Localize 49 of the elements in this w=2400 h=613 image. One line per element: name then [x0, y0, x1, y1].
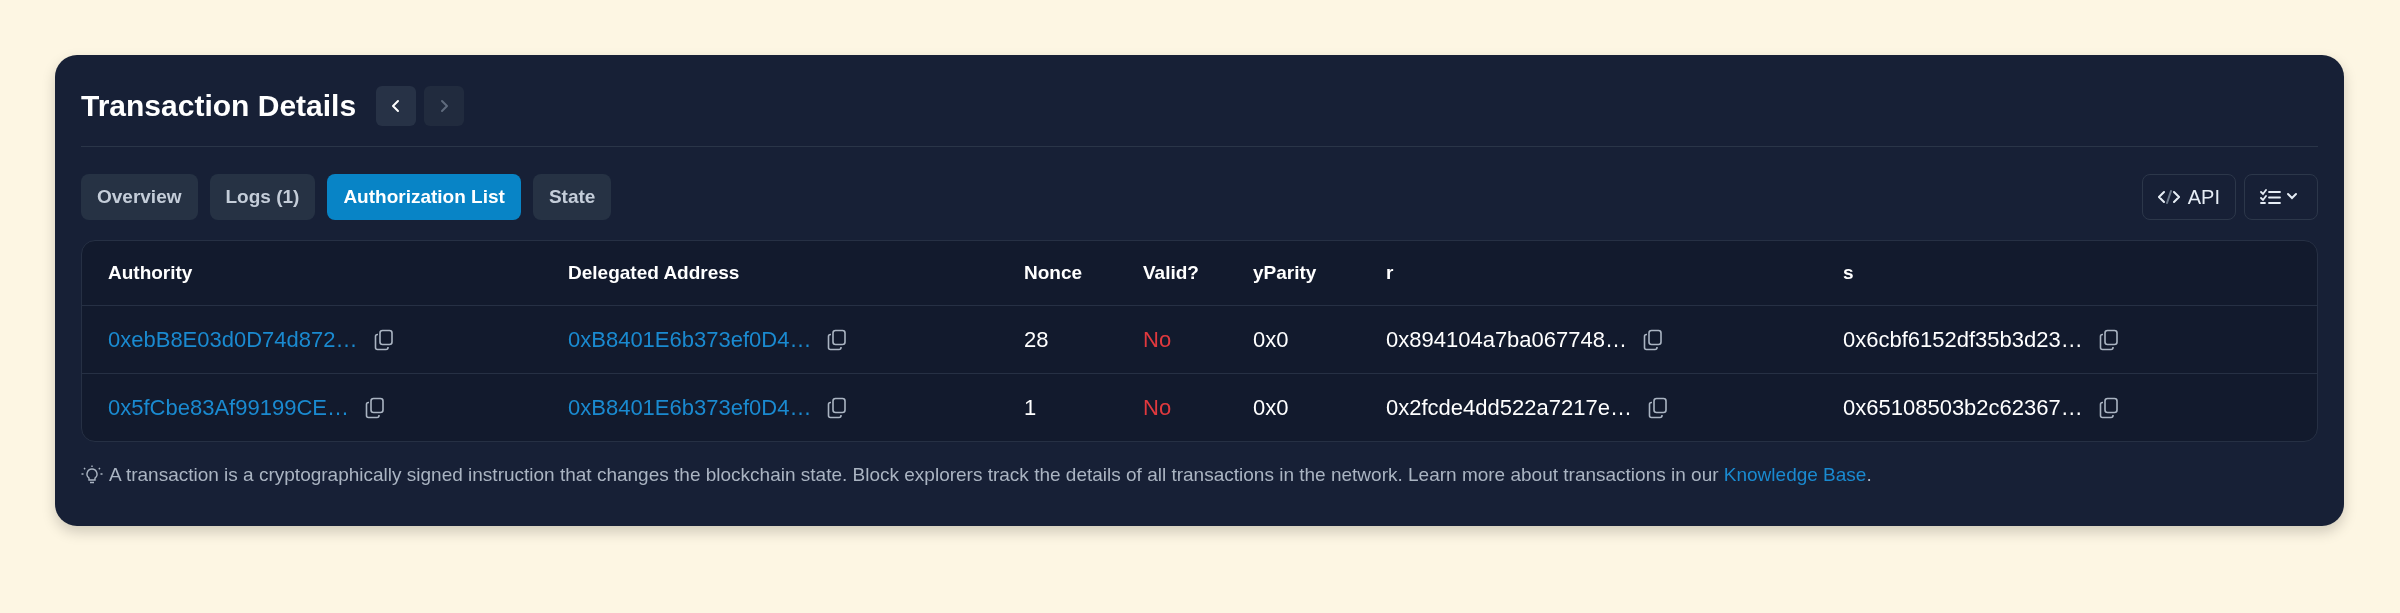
table-cell: 0x65108503b2c62367… [1843, 394, 2083, 421]
code-icon [2157, 189, 2180, 205]
table-cell: 28 [1024, 326, 1049, 352]
info-text: A transaction is a cryptographically signed instruction that changes the blockchain state. Block explorers track the details of all transactions in the network. Learn more about transactions in our Knowledge Base. [109, 464, 1872, 486]
copy-icon [827, 328, 848, 351]
column-header: Nonce [998, 241, 1117, 306]
copy-icon [364, 396, 385, 419]
api-button[interactable]: API [2141, 174, 2236, 220]
copy-button[interactable] [1643, 328, 1663, 351]
copy-icon [827, 396, 848, 419]
copy-button[interactable] [827, 328, 848, 351]
table-cell: 0x6cbf6152df35b3d23… [1843, 326, 2083, 353]
address-link[interactable]: 0xebB8E03d0D74d872… [108, 326, 358, 353]
tab[interactable]: Authorization List [327, 174, 521, 220]
column-header: Valid? [1117, 241, 1227, 306]
copy-button[interactable] [2098, 328, 2119, 351]
knowledge-base-link[interactable]: Knowledge Base [1723, 464, 1867, 485]
table-cell: 0x894104a7ba067748… [1386, 326, 1627, 353]
column-header: r [1360, 241, 1817, 306]
table-cell: 1 [1024, 394, 1037, 420]
copy-icon [1643, 328, 1663, 351]
tab[interactable]: Logs (1) [209, 174, 316, 220]
copy-icon [373, 328, 394, 351]
copy-icon [1647, 396, 1668, 419]
address-link[interactable]: 0xB8401E6b373ef0D4… [568, 326, 812, 353]
tab[interactable]: Overview [81, 174, 198, 220]
table-cell: No [1143, 326, 1172, 352]
table-cell: 0x0 [1253, 326, 1289, 352]
copy-button[interactable] [364, 396, 385, 419]
table-cell: 0x0 [1253, 394, 1289, 420]
column-header: s [1817, 241, 2317, 306]
table-cell: No [1143, 394, 1172, 420]
column-header: Delegated Address [542, 241, 998, 306]
copy-button[interactable] [1647, 396, 1668, 419]
column-menu-button[interactable] [2244, 174, 2318, 220]
copy-button[interactable] [2098, 396, 2119, 419]
address-link[interactable]: 0x5fCbe83Af99199CE… [108, 394, 349, 421]
column-header: Authority [82, 241, 542, 306]
copy-icon [2098, 328, 2119, 351]
address-link[interactable]: 0xB8401E6b373ef0D4… [568, 394, 812, 421]
column-header: yParity [1227, 241, 1360, 306]
previous-button[interactable] [376, 86, 417, 126]
page-title: Transaction Details [81, 89, 357, 123]
table-cell: 0x2fcde4dd522a7217e… [1386, 394, 1632, 421]
lightbulb-icon [81, 465, 103, 485]
copy-icon [2098, 396, 2119, 419]
tab[interactable]: State [532, 174, 612, 220]
copy-button[interactable] [827, 396, 848, 419]
copy-button[interactable] [373, 328, 394, 351]
